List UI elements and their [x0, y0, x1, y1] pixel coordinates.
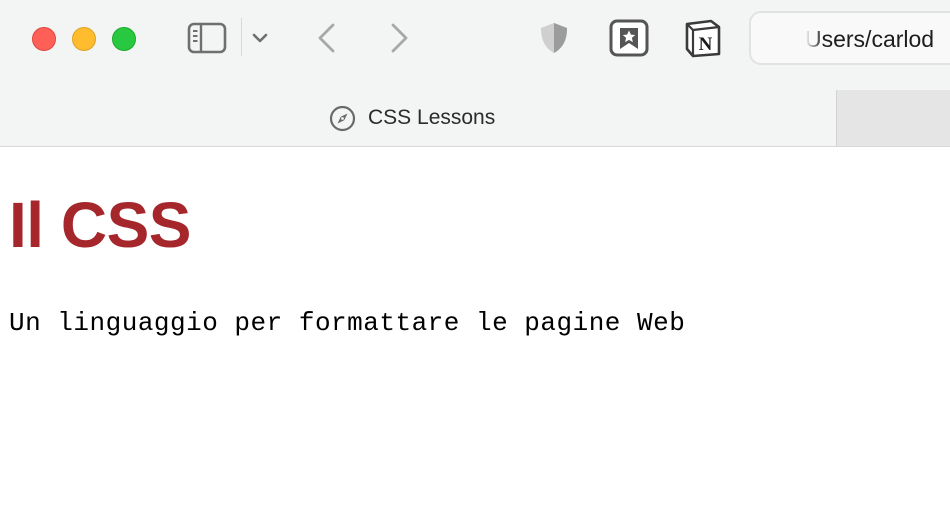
tab-bar: CSS Lessons	[0, 90, 950, 147]
address-text[interactable]: Users/carlod	[805, 26, 934, 53]
toolbar: N Users/carlod	[0, 0, 950, 90]
tab-background[interactable]	[836, 90, 950, 146]
address-fade	[801, 13, 823, 63]
address-bar[interactable]: Users/carlod	[749, 11, 950, 65]
compass-icon	[329, 105, 356, 132]
web-content: Il CSS Un linguaggio per formattare le p…	[0, 147, 950, 522]
toolbar-divider	[241, 18, 242, 56]
browser-window: N Users/carlod CSS Lessons Il CSS Un lin…	[0, 0, 950, 522]
page-heading: Il CSS	[9, 189, 191, 261]
page-paragraph: Un linguaggio per formattare le pagine W…	[9, 308, 686, 338]
tab-title: CSS Lessons	[368, 106, 496, 129]
close-window-button[interactable]	[32, 27, 56, 51]
forward-icon[interactable]	[386, 22, 412, 54]
shield-icon[interactable]	[536, 20, 572, 56]
chevron-down-icon[interactable]	[250, 28, 270, 48]
svg-text:N: N	[699, 34, 713, 55]
notion-icon[interactable]: N	[682, 17, 724, 59]
back-icon[interactable]	[314, 22, 340, 54]
tab-css-lessons[interactable]: CSS Lessons	[0, 90, 836, 146]
bookmark-star-icon[interactable]	[608, 18, 650, 58]
minimize-window-button[interactable]	[72, 27, 96, 51]
sidebar-icon[interactable]	[186, 20, 228, 56]
zoom-window-button[interactable]	[112, 27, 136, 51]
